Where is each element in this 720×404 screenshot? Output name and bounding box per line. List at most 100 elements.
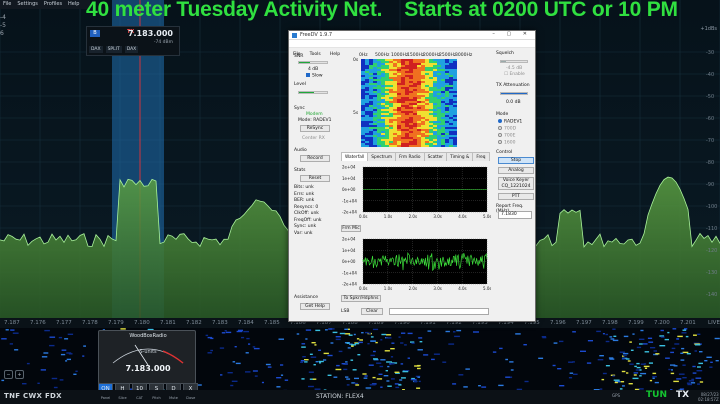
freedv-spectrogram: 0Hz 500Hz 1000Hz1500Hz2000Hz2500Hz3000Hz 0… — [341, 51, 491, 151]
tab-freq[interactable]: Freq — [472, 152, 490, 161]
sdr-screen: -30 -40 -50 -60 -70 -80 -90 -100 -110 -120 -130 -14… — [0, 0, 720, 404]
freq-scale-label: 7.181 — [160, 320, 176, 326]
chart-x-label: 5.0s — [483, 214, 491, 219]
freq-scale-label: 7.184 — [238, 320, 254, 326]
meter-label: Close — [185, 396, 196, 400]
squelch-label: Squelch — [496, 51, 514, 56]
tx-attenuation-slider[interactable] — [500, 92, 528, 95]
freedv-menubar: File Tools Help — [289, 40, 535, 57]
chart-y-label: 0e+00 — [342, 187, 356, 192]
snr-bar — [298, 61, 328, 64]
analog-button[interactable]: Analog — [498, 167, 534, 174]
stats-row: ClkOff: unk — [294, 211, 319, 216]
chart-x-label: 1.0s — [384, 214, 392, 219]
squelch-enable-checkbox[interactable]: ☐ Enable — [504, 72, 525, 77]
freq-scale-label: 7.200 — [654, 320, 670, 326]
pan-y-label: -140 — [706, 292, 717, 298]
resync-button[interactable]: ReSync — [300, 125, 330, 132]
freq-scale-label: 7.183 — [212, 320, 228, 326]
menu-file[interactable]: File — [3, 0, 11, 9]
meter-label: Panel — [100, 396, 111, 400]
chart-x-label: 0.0s — [359, 286, 367, 291]
voice-keyer-file: CQ_1221024 — [501, 184, 531, 189]
pan-left-values: -4 -5 6 — [0, 14, 6, 38]
tab-waterfall[interactable]: Waterfall — [341, 152, 369, 161]
snr-label: SNR — [294, 54, 304, 59]
level-bar — [298, 91, 328, 94]
ptt-button[interactable]: PTT — [498, 193, 534, 200]
spec-freq-label: 0Hz — [359, 52, 368, 58]
frm-mic-plot: 2e+04 1e+04 0e+00 -1e+04 -2e+040.0s 1.0s 2.0s 3… — [342, 237, 491, 292]
gps-label: GPS — [612, 393, 621, 398]
net-banner: 40 meter Tuesday Activity Net. Starts at … — [86, 0, 678, 22]
frm-mic-tab[interactable]: Frm Mic — [341, 225, 361, 232]
chart-x-label: 4.0s — [458, 286, 466, 291]
chart-y-label: -1e+04 — [342, 270, 357, 275]
freedv-titlebar[interactable]: FreeDV 1.9.7 – ▢ ✕ — [289, 31, 535, 40]
mode-option[interactable]: RADEV1 — [498, 119, 522, 126]
freedv-title: FreeDV 1.9.7 — [300, 32, 333, 38]
freedv-window: FreeDV 1.9.7 – ▢ ✕ File Tools Help SNR 4… — [288, 30, 536, 322]
squelch-slider[interactable] — [500, 60, 528, 63]
voice-keyer-button[interactable]: Voice Keyer CQ_1221024 — [498, 177, 534, 190]
meter-label: Slice — [118, 396, 127, 400]
window-controls-icon[interactable]: – ▢ ✕ — [492, 31, 532, 37]
freq-scale-label: 7.197 — [576, 320, 592, 326]
enable-label: Enable — [509, 72, 525, 77]
pan-y-label: -40 — [706, 72, 714, 78]
freedv-app-icon — [292, 33, 297, 38]
slice-frequency[interactable]: 7.183.000 — [128, 29, 173, 38]
zoom-in-icon[interactable]: + — [15, 370, 24, 379]
to-spkr-tab[interactable]: To Spkr/Hdphns — [341, 295, 381, 302]
slice-dax2-button[interactable]: DAX — [124, 46, 139, 53]
tab-spectrum[interactable]: Spectrum — [367, 152, 397, 161]
meter-frequency: 7.183.000 — [125, 364, 171, 373]
slow-checkbox[interactable]: Slow — [306, 73, 323, 79]
center-rx-button[interactable]: Center RX — [302, 136, 325, 141]
freq-scale-label: 7.199 — [628, 320, 644, 326]
freq-scale-label: 7.185 — [264, 320, 280, 326]
mode-list: RADEV1 700D 700E 1600 — [498, 119, 522, 147]
stats-label: Stats — [294, 168, 306, 173]
chart-x-label: 1.0s — [384, 286, 392, 291]
spec-freq-label: 3000Hz — [455, 52, 473, 58]
record-button[interactable]: Record — [300, 155, 330, 162]
mode-option[interactable]: 700E — [498, 133, 522, 140]
tx-attenuation-value: 0.0 dB — [506, 100, 521, 105]
get-help-button[interactable]: Get Help — [300, 303, 330, 310]
stop-button[interactable]: Stop — [498, 157, 534, 164]
slice-letter[interactable]: B — [90, 30, 100, 37]
report-freq-input[interactable]: 7.1830 — [498, 211, 532, 219]
zoom-out-icon[interactable]: − — [4, 370, 13, 379]
clear-button[interactable]: Clear — [361, 308, 383, 315]
tune-button[interactable]: TUN — [646, 390, 667, 400]
stats-row: Var: unk — [294, 230, 313, 236]
chart-x-label: 4.0s — [458, 214, 466, 219]
chart-y-label: -2e+04 — [342, 210, 357, 215]
menu-settings[interactable]: Settings — [17, 0, 38, 9]
pan-y-label: -60 — [706, 116, 714, 122]
menu-profiles[interactable]: Profiles — [44, 0, 62, 9]
status-toggles[interactable]: TNF CWX FDX — [4, 392, 62, 400]
banner-left: 40 meter Tuesday Activity Net. — [86, 0, 383, 21]
menu-help[interactable]: Help — [68, 0, 79, 9]
control-label: Control — [496, 150, 513, 155]
tab-frm-radio[interactable]: Frm Radio — [395, 152, 425, 161]
transmit-button[interactable]: TX — [676, 390, 689, 400]
reset-button[interactable]: Reset — [300, 175, 330, 182]
mode-value: Mode: RADEV1 — [298, 118, 332, 123]
sync-label: Sync — [294, 106, 305, 111]
freq-scale-label: 7.187 — [4, 320, 20, 326]
freq-scale-label: 7.178 — [82, 320, 98, 326]
tab-scatter[interactable]: Scatter — [423, 152, 448, 161]
slice-split-button[interactable]: SPLIT — [105, 46, 122, 53]
tab-timing[interactable]: Timing & — [446, 152, 474, 161]
pan-y-label: -90 — [706, 182, 714, 188]
audio-label: Audio — [294, 148, 307, 153]
slice-dax-button[interactable]: DAX — [89, 46, 103, 53]
text-message-input[interactable] — [389, 308, 489, 315]
mode-option[interactable]: 1600 — [498, 140, 522, 147]
chart-y-label: 2e+04 — [342, 237, 356, 242]
freq-scale-label: 7.198 — [602, 320, 618, 326]
mode-option[interactable]: 700D — [498, 126, 522, 133]
